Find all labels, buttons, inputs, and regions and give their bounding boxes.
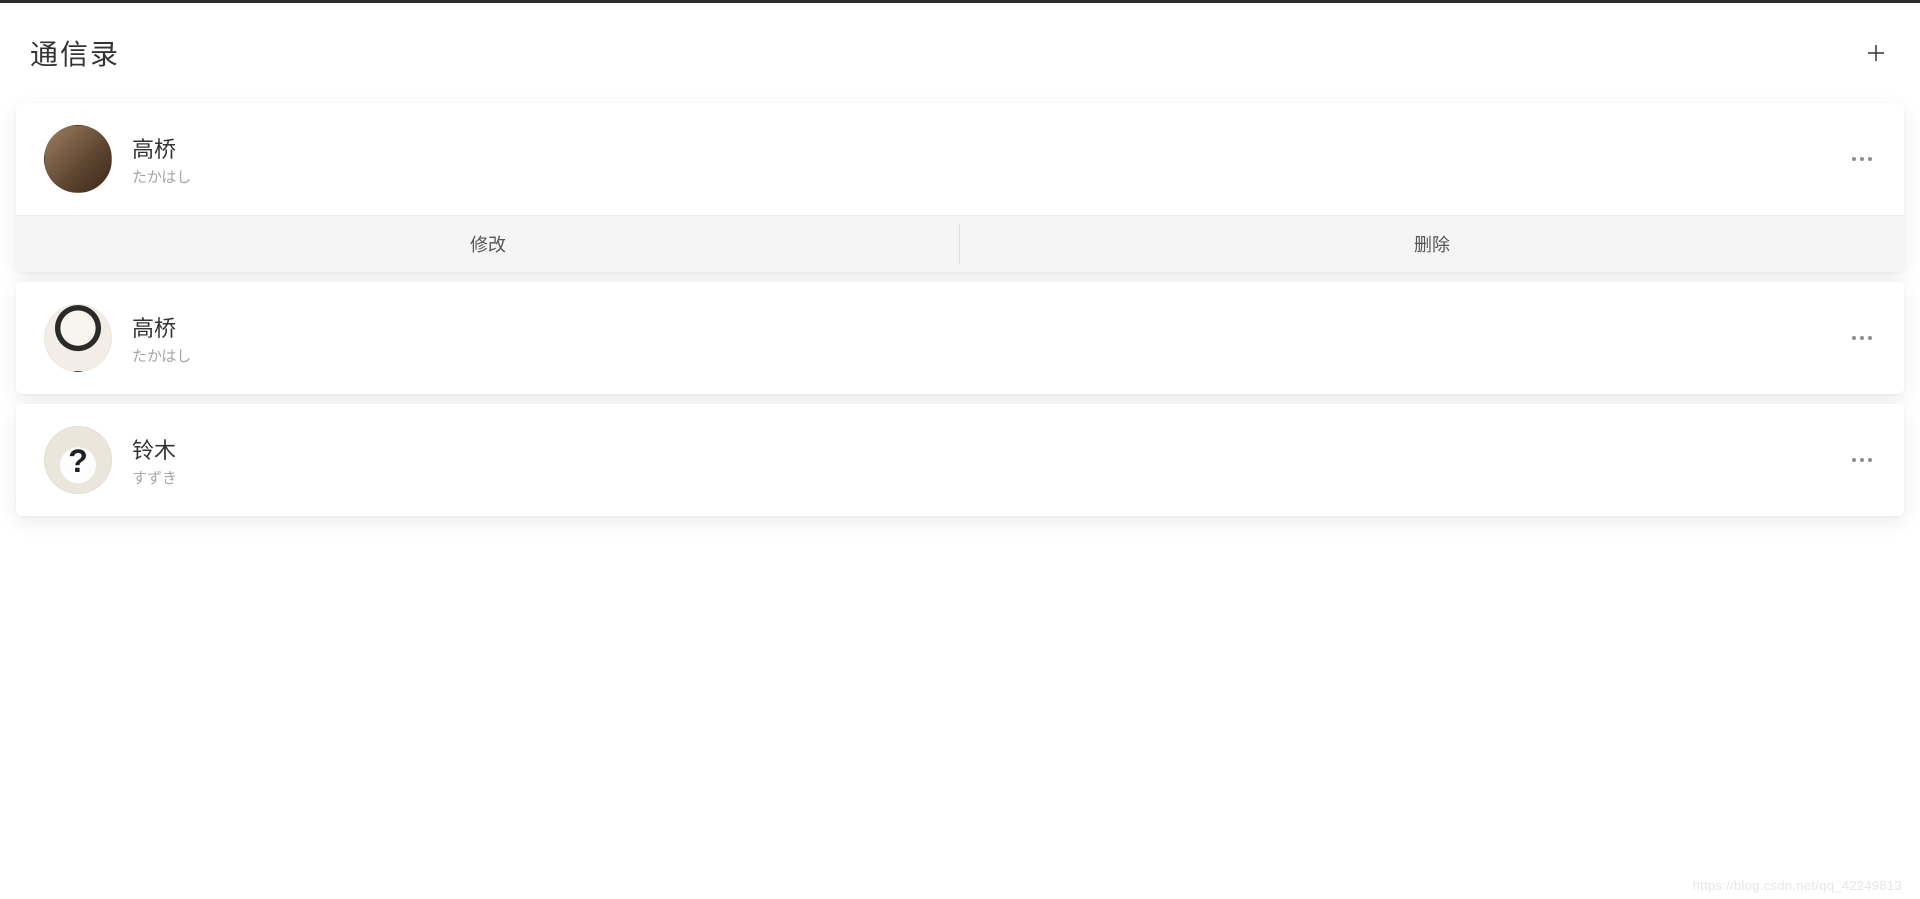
contact-subtitle: すずき bbox=[132, 467, 1848, 488]
contact-name: 铃木 bbox=[132, 433, 1848, 465]
ellipsis-icon bbox=[1860, 458, 1864, 462]
contact-row[interactable]: 铃木 すずき bbox=[16, 404, 1904, 516]
contact-row[interactable]: 高桥 たかはし bbox=[16, 282, 1904, 394]
plus-icon bbox=[1864, 41, 1888, 65]
watermark: https://blog.csdn.net/qq_42249813 bbox=[1693, 878, 1902, 893]
contact-info: 高桥 たかはし bbox=[132, 132, 1848, 187]
ellipsis-icon bbox=[1868, 458, 1872, 462]
contact-list: 高桥 たかはし 修改 删除 高桥 たかはし bbox=[0, 103, 1920, 516]
contact-row[interactable]: 高桥 たかはし bbox=[16, 103, 1904, 215]
contact-subtitle: たかはし bbox=[132, 166, 1848, 187]
ellipsis-icon bbox=[1852, 157, 1856, 161]
more-button[interactable] bbox=[1848, 157, 1876, 161]
more-button[interactable] bbox=[1848, 336, 1876, 340]
ellipsis-icon bbox=[1860, 157, 1864, 161]
contact-actions: 修改 删除 bbox=[16, 215, 1904, 272]
avatar bbox=[44, 125, 112, 193]
more-button[interactable] bbox=[1848, 458, 1876, 462]
header-bar: 通信录 bbox=[0, 3, 1920, 103]
ellipsis-icon bbox=[1852, 458, 1856, 462]
contact-info: 高桥 たかはし bbox=[132, 311, 1848, 366]
avatar bbox=[44, 426, 112, 494]
ellipsis-icon bbox=[1868, 336, 1872, 340]
avatar bbox=[44, 304, 112, 372]
delete-button[interactable]: 删除 bbox=[960, 216, 1904, 272]
contact-info: 铃木 すずき bbox=[132, 433, 1848, 488]
ellipsis-icon bbox=[1852, 336, 1856, 340]
contact-subtitle: たかはし bbox=[132, 345, 1848, 366]
contact-name: 高桥 bbox=[132, 311, 1848, 343]
contact-name: 高桥 bbox=[132, 132, 1848, 164]
ellipsis-icon bbox=[1868, 157, 1872, 161]
ellipsis-icon bbox=[1860, 336, 1864, 340]
edit-button[interactable]: 修改 bbox=[16, 216, 960, 272]
page-title: 通信录 bbox=[30, 33, 120, 73]
add-contact-button[interactable] bbox=[1862, 39, 1890, 67]
contact-card: 高桥 たかはし bbox=[16, 282, 1904, 394]
contact-card: 铃木 すずき bbox=[16, 404, 1904, 516]
contact-card: 高桥 たかはし 修改 删除 bbox=[16, 103, 1904, 272]
